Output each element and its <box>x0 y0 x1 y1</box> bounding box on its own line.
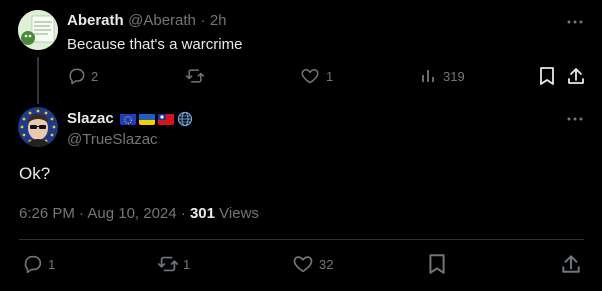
views-count: 301 <box>189 205 215 222</box>
taiwan-flag-icon <box>157 113 174 125</box>
retweet-icon[interactable] <box>185 66 205 86</box>
eu-flag-icon <box>119 113 136 125</box>
retweet-button[interactable]: 1 <box>157 253 190 275</box>
views-label: Views <box>219 205 259 222</box>
reply-button[interactable]: 1 <box>22 253 55 275</box>
main-header: Slazac <box>67 110 193 127</box>
reply-icon <box>67 66 87 86</box>
divider <box>19 239 584 240</box>
like-button[interactable]: 1 <box>300 66 333 86</box>
like-button[interactable]: 32 <box>292 253 333 275</box>
separator: · <box>200 12 206 29</box>
bookmark-icon[interactable] <box>538 66 556 86</box>
tweet-text: Because that's a warcrime <box>67 36 243 53</box>
ukraine-flag-icon <box>138 113 155 125</box>
author-handle[interactable]: @Aberath <box>128 12 196 29</box>
retweet-icon <box>157 253 179 275</box>
like-count: 1 <box>326 68 334 84</box>
author-handle[interactable]: @TrueSlazac <box>67 131 158 148</box>
tweet-text: Ok? <box>19 164 51 183</box>
reply-header: Aberath @Aberath · 2h <box>67 12 227 30</box>
avatar[interactable] <box>18 10 58 50</box>
more-icon[interactable] <box>566 13 584 31</box>
share-icon[interactable] <box>561 253 581 275</box>
retweet-count: 1 <box>183 256 191 272</box>
views-count: 319 <box>443 68 465 84</box>
bookmark-icon[interactable] <box>427 253 447 275</box>
views-button[interactable]: 319 <box>420 66 465 86</box>
reply-count: 1 <box>48 256 56 272</box>
author-name[interactable]: Slazac <box>67 110 114 127</box>
timestamp[interactable]: 2h <box>210 12 227 29</box>
heart-icon <box>300 66 320 86</box>
reply-button[interactable]: 2 <box>67 66 98 86</box>
views-icon <box>420 66 438 86</box>
author-name[interactable]: Aberath <box>67 12 124 29</box>
reply-count: 2 <box>91 68 99 84</box>
tweet-meta: 6:26 PM · Aug 10, 2024 · 301 Views <box>19 205 259 222</box>
heart-icon <box>292 253 314 275</box>
share-icon[interactable] <box>567 66 585 86</box>
thread-line <box>37 57 39 104</box>
reply-icon <box>22 253 44 275</box>
more-icon[interactable] <box>566 110 584 128</box>
globe-icon <box>177 111 193 127</box>
like-count: 32 <box>319 256 334 272</box>
avatar[interactable] <box>18 107 58 147</box>
timestamp[interactable]: 6:26 PM · Aug 10, 2024 · <box>19 205 186 222</box>
